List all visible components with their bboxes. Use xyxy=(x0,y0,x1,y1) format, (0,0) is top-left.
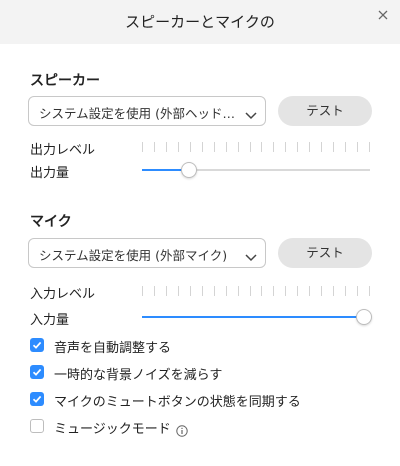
mic-device-value: システム設定を使用 (外部マイク) xyxy=(39,248,228,263)
title-bar: スピーカーとマイクの xyxy=(0,0,400,44)
level-tick xyxy=(369,286,370,296)
option-label: 一時的な背景ノイズを減らす xyxy=(54,368,223,383)
output-volume-slider[interactable] xyxy=(142,162,370,178)
info-icon[interactable] xyxy=(176,422,188,437)
output-volume-label: 出力量 xyxy=(30,166,70,181)
level-tick xyxy=(238,142,239,152)
level-tick xyxy=(285,142,286,152)
level-tick xyxy=(178,142,179,152)
mic-test-button[interactable]: テスト xyxy=(278,238,372,268)
mic-section-title: マイク xyxy=(30,214,72,230)
slider-thumb[interactable] xyxy=(180,162,197,178)
close-icon[interactable] xyxy=(376,7,390,21)
slider-fill xyxy=(142,316,364,318)
level-tick xyxy=(261,142,262,152)
checkbox-checked[interactable] xyxy=(30,392,44,406)
level-tick xyxy=(369,142,370,152)
level-tick xyxy=(214,286,215,296)
level-tick xyxy=(273,286,274,296)
level-tick xyxy=(309,142,310,152)
option-label: 音声を自動調整する xyxy=(54,341,172,356)
checkbox-checked[interactable] xyxy=(30,365,44,379)
level-tick xyxy=(226,142,227,152)
level-tick xyxy=(357,286,358,296)
level-tick xyxy=(166,286,167,296)
level-tick xyxy=(142,286,143,296)
level-tick xyxy=(154,142,155,152)
level-tick xyxy=(226,286,227,296)
option-label: ミュージックモード xyxy=(54,422,171,437)
speaker-test-button[interactable]: テスト xyxy=(278,96,372,126)
input-volume-slider[interactable] xyxy=(142,309,372,325)
checkbox-unchecked[interactable] xyxy=(30,419,44,433)
input-level-meter xyxy=(142,286,370,296)
checkbox-checked[interactable] xyxy=(30,338,44,352)
level-tick xyxy=(178,286,179,296)
input-volume-label: 入力量 xyxy=(30,313,70,328)
speaker-device-value: システム設定を使用 (外部ヘッド… xyxy=(39,106,235,121)
level-tick xyxy=(309,286,310,296)
level-tick xyxy=(321,286,322,296)
slider-thumb[interactable] xyxy=(356,309,372,325)
level-tick xyxy=(297,142,298,152)
level-tick xyxy=(285,286,286,296)
option-label: マイクのミュートボタンの状態を同期する xyxy=(54,395,301,410)
output-level-meter xyxy=(142,142,370,152)
level-tick xyxy=(273,142,274,152)
input-level-label: 入力レベル xyxy=(30,287,96,302)
level-tick xyxy=(166,142,167,152)
speaker-section-title: スピーカー xyxy=(30,73,100,89)
level-tick xyxy=(333,286,334,296)
level-tick xyxy=(357,142,358,152)
window-title: スピーカーとマイクの xyxy=(125,13,275,31)
checkmark-icon xyxy=(32,341,42,349)
checkmark-icon xyxy=(32,395,42,403)
checkmark-icon xyxy=(32,368,42,376)
level-tick xyxy=(154,286,155,296)
level-tick xyxy=(261,286,262,296)
level-tick xyxy=(333,142,334,152)
level-tick xyxy=(190,286,191,296)
speaker-device-select[interactable]: システム設定を使用 (外部ヘッド… xyxy=(28,96,266,126)
level-tick xyxy=(190,142,191,152)
level-tick xyxy=(345,286,346,296)
level-tick xyxy=(214,142,215,152)
level-tick xyxy=(297,286,298,296)
level-tick xyxy=(202,286,203,296)
output-level-label: 出力レベル xyxy=(30,143,96,158)
level-tick xyxy=(238,286,239,296)
chevron-down-icon xyxy=(245,106,257,120)
level-tick xyxy=(345,142,346,152)
level-tick xyxy=(142,142,143,152)
chevron-down-icon xyxy=(245,248,257,262)
mic-device-select[interactable]: システム設定を使用 (外部マイク) xyxy=(28,238,266,268)
level-tick xyxy=(250,286,251,296)
level-tick xyxy=(202,142,203,152)
level-tick xyxy=(321,142,322,152)
level-tick xyxy=(250,142,251,152)
